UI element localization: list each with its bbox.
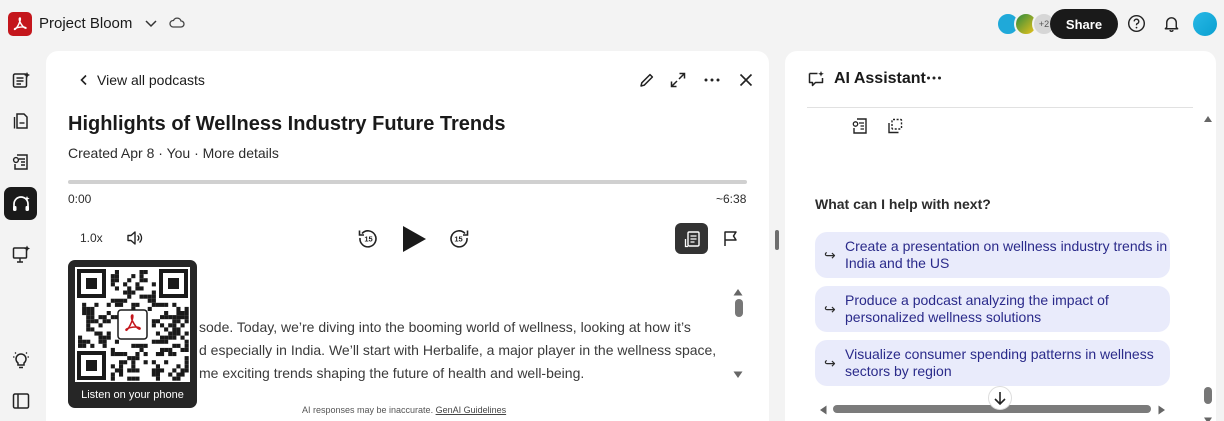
playback-speed-button[interactable]: 1.0x [80, 231, 103, 245]
reply-arrow-icon: ↪ [824, 300, 836, 317]
volume-icon[interactable] [125, 229, 145, 252]
divider [807, 107, 1193, 108]
suggestion-text: Create a presentation on wellness indust… [845, 238, 1167, 272]
bell-icon[interactable] [1162, 14, 1181, 38]
ai-assistant-header: AI Assistant [807, 70, 926, 88]
assistant-scrollbar-thumb[interactable] [1204, 387, 1212, 404]
ai-disclaimer: AI responses may be inaccurate. GenAI Gu… [302, 405, 506, 415]
scroll-right-arrow[interactable] [1157, 403, 1167, 421]
arrow-down-icon [994, 392, 1006, 406]
skip-back-seconds: 15 [364, 235, 372, 244]
project-title[interactable]: Project Bloom [39, 15, 132, 32]
skip-back-15-icon[interactable]: 15 [357, 227, 379, 254]
suggestion-chip[interactable]: ↪ Produce a podcast analyzing the impact… [815, 286, 1170, 332]
total-time: ~6:38 [716, 192, 747, 206]
ai-assistant-panel: AI Assistant What can I help with next? … [785, 51, 1216, 421]
rail-study-guide-icon[interactable] [4, 145, 37, 178]
flag-icon[interactable] [722, 229, 740, 252]
play-icon[interactable] [399, 223, 429, 260]
top-bar: Project Bloom +2 Share [0, 0, 1224, 48]
ai-assistant-title: AI Assistant [834, 70, 926, 87]
transcript-icon [684, 230, 700, 247]
suggestion-text: Produce a podcast analyzing the impact o… [845, 292, 1109, 326]
qr-label: Listen on your phone [81, 389, 184, 401]
scroll-to-bottom-button[interactable] [988, 386, 1012, 410]
disclaimer-text: AI responses may be inaccurate. [302, 405, 436, 415]
ai-more-options-icon[interactable] [926, 70, 942, 91]
skip-forward-15-icon[interactable]: 15 [448, 227, 470, 254]
chevron-left-icon [80, 74, 87, 86]
qr-code [75, 267, 190, 382]
scroll-down-arrow[interactable] [1203, 412, 1213, 421]
share-button[interactable]: Share [1050, 9, 1118, 39]
panel-resize-handle[interactable] [775, 230, 779, 250]
panel-toggle-icon[interactable] [4, 384, 37, 417]
back-label: View all podcasts [97, 72, 205, 88]
collaborator-avatars[interactable]: +2 [996, 12, 1056, 36]
edit-pencil-icon[interactable] [638, 71, 656, 94]
podcast-title: Highlights of Wellness Industry Future T… [68, 113, 506, 135]
skip-forward-seconds: 15 [454, 235, 462, 244]
transcript-scrollbar-thumb[interactable] [735, 299, 743, 317]
suggestion-line: Produce a podcast analyzing the impact o… [845, 292, 1109, 308]
suggestion-line: Create a presentation on wellness indust… [845, 238, 1168, 254]
rail-presentation-icon[interactable] [4, 237, 37, 270]
qr-code-card[interactable]: Listen on your phone [68, 260, 197, 408]
scroll-left-arrow[interactable] [818, 403, 828, 421]
reply-arrow-icon: ↪ [824, 246, 836, 263]
genai-guidelines-link[interactable]: GenAI Guidelines [436, 405, 507, 415]
more-options-icon[interactable] [703, 71, 721, 94]
scroll-up-arrow[interactable] [1203, 111, 1213, 129]
view-all-podcasts-link[interactable]: View all podcasts [79, 72, 205, 88]
cloud-icon[interactable] [168, 15, 186, 36]
transcript-toggle-button[interactable] [675, 223, 708, 254]
rail-documents-icon[interactable] [4, 104, 37, 137]
copy-icon[interactable] [886, 117, 904, 140]
rail-podcast-icon[interactable] [4, 187, 37, 220]
suggestion-text: Visualize consumer spending patterns in … [845, 346, 1154, 380]
suggestion-line: personalized wellness solutions [845, 309, 1042, 325]
suggestion-line: Visualize consumer spending patterns in … [845, 346, 1154, 362]
suggestion-line: sectors by region [845, 363, 952, 379]
reply-arrow-icon: ↪ [824, 354, 836, 371]
ai-assistant-icon [808, 71, 824, 87]
help-icon[interactable] [1127, 14, 1146, 38]
lightbulb-icon[interactable] [4, 343, 37, 376]
close-icon[interactable] [737, 71, 755, 94]
scroll-down-arrow[interactable] [732, 367, 744, 385]
acrobat-logo-icon[interactable] [8, 12, 32, 36]
user-avatar[interactable] [1193, 12, 1217, 36]
study-guide-icon[interactable] [851, 117, 869, 140]
rail-summary-icon[interactable] [4, 63, 37, 96]
playback-progress-bar[interactable] [68, 180, 747, 184]
suggestion-line: India and the US [845, 255, 950, 271]
expand-icon[interactable] [669, 71, 687, 94]
suggestion-chip[interactable]: ↪ Visualize consumer spending patterns i… [815, 340, 1170, 386]
suggestion-chip[interactable]: ↪ Create a presentation on wellness indu… [815, 232, 1170, 278]
podcast-meta[interactable]: Created Apr 8 · You · More details [68, 145, 279, 161]
help-next-heading: What can I help with next? [815, 196, 991, 212]
current-time: 0:00 [68, 192, 92, 206]
chevron-down-icon[interactable] [143, 15, 159, 36]
